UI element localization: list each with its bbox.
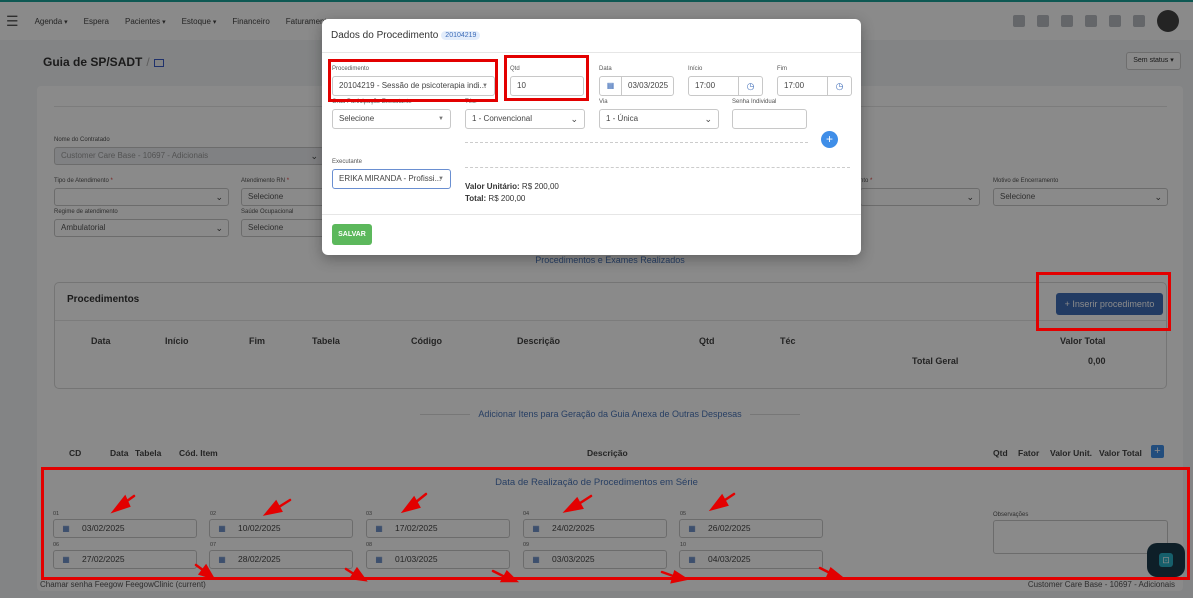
fim-value: 17:00 [784,81,805,90]
senha-individual-input[interactable] [732,109,807,129]
highlight-insert-button [1036,272,1171,331]
executante-label: Executante [332,159,363,165]
executante-select[interactable]: ERIKA MIRANDA - Profissi... ▼ [332,169,451,189]
grau-participacao-value: Selecione [339,114,375,123]
senha-individual-label: Senha Individual [732,99,777,105]
valor-total: Total: R$ 200,00 [465,194,526,203]
procedure-code-badge: 20104219 [441,30,481,40]
via-value: 1 - Única [606,114,639,123]
calendar-icon[interactable]: ▦ [600,77,622,95]
modal-title: Dados do Procedimento 20104219 [331,30,481,41]
fim-input[interactable]: 17:00 ◷ [777,76,852,96]
highlight-serie-section [41,467,1190,580]
clock-icon[interactable]: ◷ [827,77,851,95]
inicio-input[interactable]: 17:00 ◷ [688,76,763,96]
highlight-qtd [504,55,589,101]
inicio-value: 17:00 [695,81,716,90]
add-executante-button[interactable]: + [821,131,838,148]
valor-unitario: Valor Unitário: R$ 200,00 [465,182,559,191]
clock-icon[interactable]: ◷ [738,77,762,95]
inicio-label: Início [688,66,703,72]
procedure-modal: Dados do Procedimento 20104219 Procedimen… [322,19,861,255]
data-input[interactable]: ▦ 03/03/2025 [599,76,674,96]
tec-select[interactable]: 1 - Convencional ⌄ [465,109,585,129]
data-value: 03/03/2025 [628,81,669,90]
fim-label: Fim [777,66,787,72]
modal-title-text: Dados do Procedimento [331,30,439,41]
grau-participacao-select[interactable]: Selecione ▼ [332,109,451,129]
via-select[interactable]: 1 - Única ⌄ [599,109,719,129]
data-label: Data [599,66,612,72]
save-button[interactable]: SALVAR [332,224,372,245]
via-label: Via [599,99,608,105]
tec-value: 1 - Convencional [472,114,533,123]
highlight-procedimento [328,59,498,102]
executante-value: ERIKA MIRANDA - Profissi... [339,174,442,183]
